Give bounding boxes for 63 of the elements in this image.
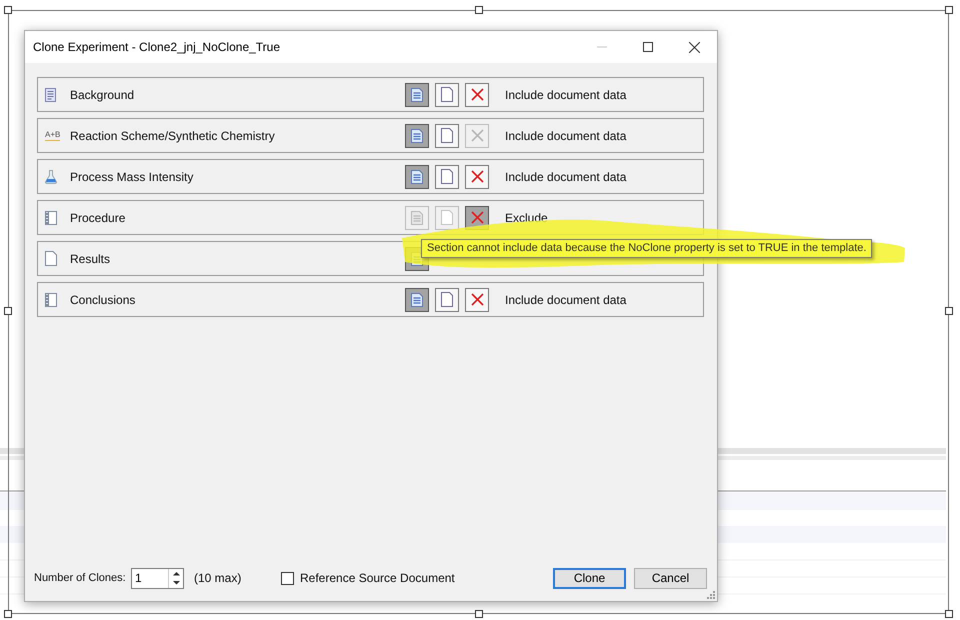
section-option-button[interactable]	[435, 82, 459, 106]
cross-icon	[470, 88, 484, 101]
section-option-button[interactable]	[405, 288, 429, 312]
blank-document-icon	[441, 292, 453, 307]
section-option-button[interactable]	[465, 82, 489, 106]
cancel-button[interactable]: Cancel	[634, 568, 707, 588]
section-option-button[interactable]	[435, 124, 459, 148]
flask-icon	[45, 170, 57, 184]
resize-handle[interactable]	[945, 6, 953, 14]
section-name: Background	[69, 86, 136, 104]
clone-button[interactable]: Clone	[553, 568, 626, 588]
section-status: Include document data	[505, 292, 626, 308]
section-status: Include document data	[505, 128, 626, 144]
cross-icon	[470, 211, 484, 224]
clones-label: Number of Clones:	[34, 570, 127, 586]
blank-page-icon	[45, 251, 57, 266]
section-name: Process Mass Intensity	[69, 168, 194, 186]
resize-handle[interactable]	[4, 610, 12, 618]
cross-icon	[470, 129, 484, 142]
filled-document-icon	[411, 292, 423, 306]
window-title: Clone Experiment - Clone2_jnj_NoClone_True	[33, 39, 282, 56]
section-status: Include document data	[505, 168, 626, 186]
section-name: Procedure	[69, 210, 126, 226]
cross-icon	[470, 170, 484, 183]
text-page-icon	[45, 88, 56, 102]
blank-document-icon	[441, 210, 453, 225]
filled-document-icon	[411, 88, 423, 102]
blank-document-icon	[441, 169, 453, 184]
resize-grip-icon[interactable]	[707, 591, 715, 599]
filled-document-icon	[411, 128, 423, 142]
resize-handle[interactable]	[475, 6, 483, 14]
reference-label: Reference Source Document	[299, 570, 456, 587]
section-option-button[interactable]	[405, 124, 429, 148]
section-name: Reaction Scheme/Synthetic Chemistry	[69, 128, 276, 144]
notebook-icon	[45, 210, 57, 224]
blank-document-icon	[441, 128, 453, 143]
section-option-button[interactable]	[435, 164, 459, 188]
reference-checkbox[interactable]	[281, 572, 294, 584]
section-name: Results	[69, 250, 112, 268]
filled-document-icon	[411, 170, 423, 184]
cross-icon	[470, 293, 484, 306]
spinner-value: 1	[134, 570, 143, 587]
maximize-icon	[643, 42, 653, 52]
filled-document-icon	[411, 210, 423, 224]
section-option-button[interactable]	[405, 164, 429, 188]
resize-handle[interactable]	[4, 307, 12, 315]
resize-handle[interactable]	[4, 6, 12, 14]
clones-max-note: (10 max)	[193, 570, 242, 587]
close-icon	[688, 42, 700, 52]
section-name: Conclusions	[69, 292, 136, 308]
section-option-button[interactable]	[465, 164, 489, 188]
section-option-button[interactable]	[405, 82, 429, 106]
section-option-button[interactable]	[465, 288, 489, 312]
resize-handle[interactable]	[945, 307, 953, 315]
section-status: Include document data	[505, 86, 626, 104]
resize-handle[interactable]	[475, 610, 483, 618]
clones-spinner[interactable]: 1	[131, 568, 184, 588]
section-status: Exclude	[505, 210, 548, 226]
blank-document-icon	[441, 87, 453, 102]
section-option-button[interactable]	[435, 288, 459, 312]
tooltip: Section cannot include data because the NoClone property is set to TRUE in the template.	[421, 239, 872, 258]
resize-handle[interactable]	[945, 610, 953, 618]
notebook-icon	[45, 292, 57, 306]
